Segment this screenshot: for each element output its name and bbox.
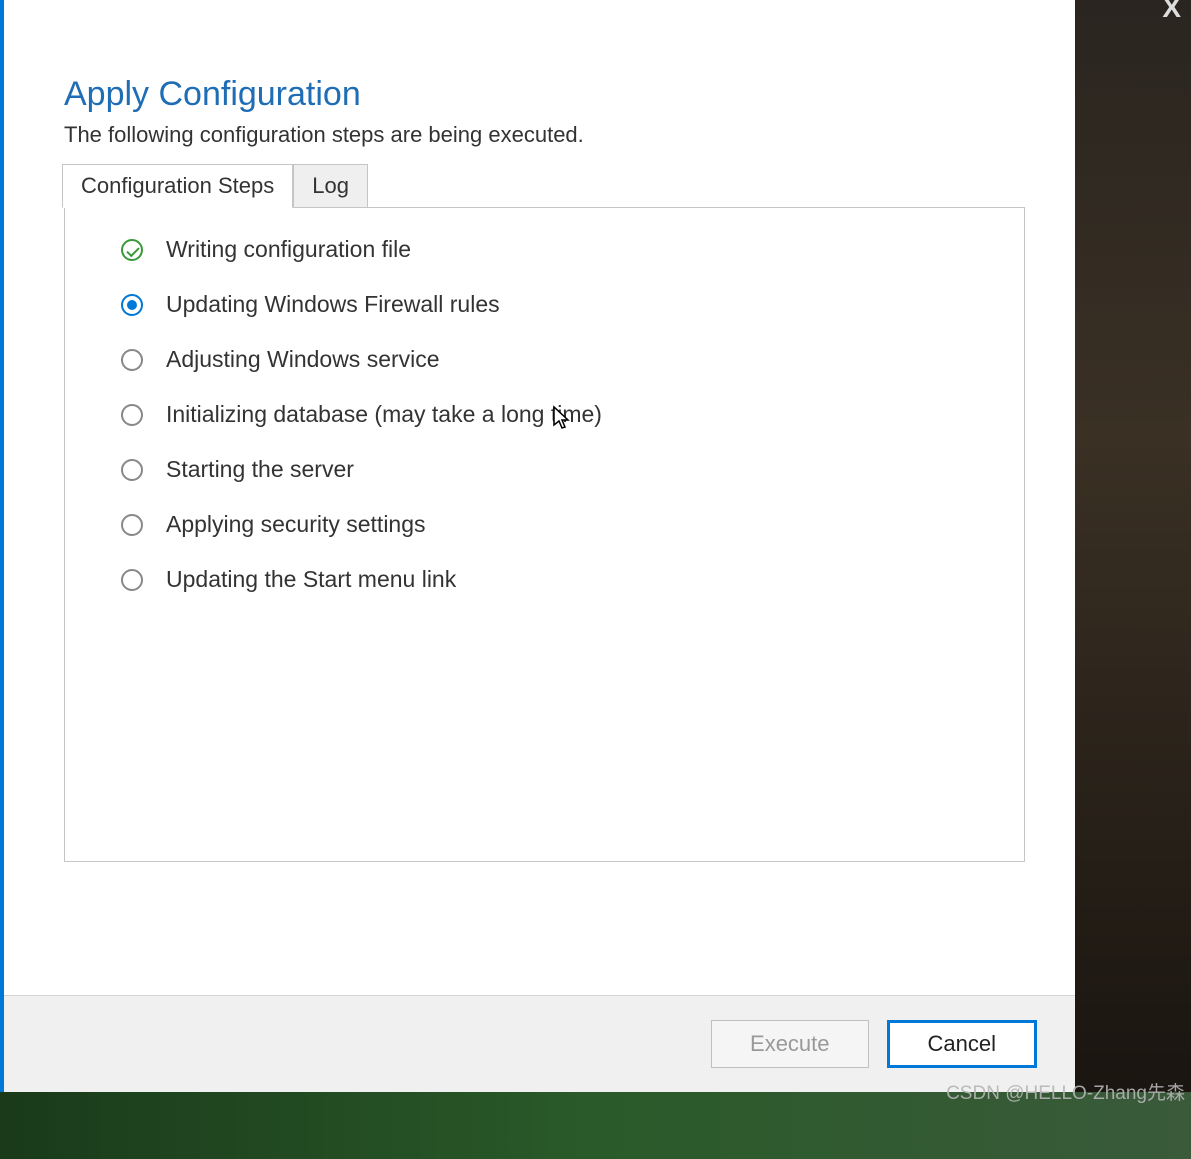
step-item: Updating Windows Firewall rules [120, 291, 969, 318]
current-step-icon [120, 293, 144, 317]
partial-close-icon: X [1162, 0, 1181, 24]
pending-step-icon [120, 513, 144, 537]
tab-configuration-steps[interactable]: Configuration Steps [62, 164, 293, 208]
tab-content: Writing configuration file Updating Wind… [64, 207, 1025, 862]
content-area: Apply Configuration The following config… [4, 0, 1075, 995]
step-label: Applying security settings [166, 511, 426, 538]
step-label: Writing configuration file [166, 236, 411, 263]
step-item: Writing configuration file [120, 236, 969, 263]
step-item: Starting the server [120, 456, 969, 483]
step-label: Adjusting Windows service [166, 346, 440, 373]
watermark-text: CSDN @HELLO-Zhang先森 [946, 1078, 1185, 1105]
check-icon [120, 238, 144, 262]
page-subtitle: The following configuration steps are be… [64, 122, 1025, 148]
step-item: Applying security settings [120, 511, 969, 538]
cancel-button[interactable]: Cancel [887, 1020, 1037, 1068]
step-item: Updating the Start menu link [120, 566, 969, 593]
step-label: Initializing database (may take a long t… [166, 401, 602, 428]
pending-step-icon [120, 568, 144, 592]
desktop-background: X [1075, 0, 1191, 1092]
pending-step-icon [120, 403, 144, 427]
tabs-container: Configuration Steps Log [62, 163, 1025, 207]
tab-log[interactable]: Log [293, 164, 368, 208]
execute-button: Execute [711, 1020, 869, 1068]
step-label: Updating the Start menu link [166, 566, 456, 593]
step-label: Updating Windows Firewall rules [166, 291, 500, 318]
pending-step-icon [120, 348, 144, 372]
step-label: Starting the server [166, 456, 354, 483]
step-item: Adjusting Windows service [120, 346, 969, 373]
step-item: Initializing database (may take a long t… [120, 401, 969, 428]
installer-window: Apply Configuration The following config… [0, 0, 1075, 1092]
button-bar: Execute Cancel [4, 995, 1075, 1092]
page-title: Apply Configuration [64, 75, 1025, 114]
pending-step-icon [120, 458, 144, 482]
